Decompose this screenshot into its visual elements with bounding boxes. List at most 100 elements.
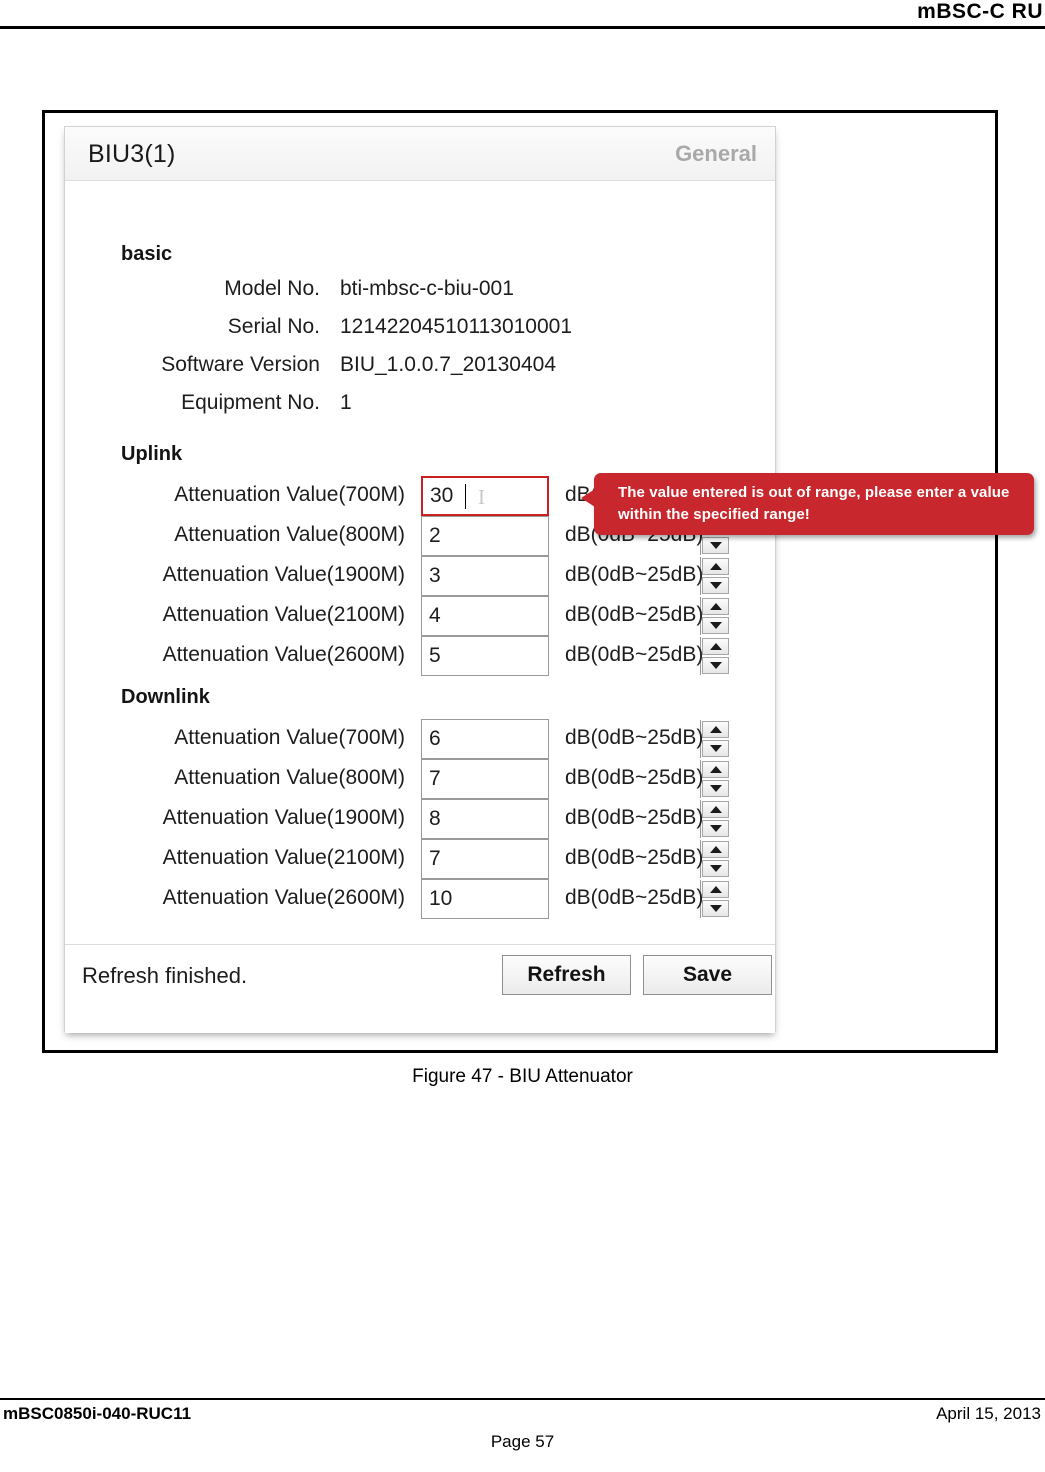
basic-info-row: Model No. bti-mbsc-c-biu-001 <box>65 277 775 310</box>
downlink-attenuation-spinner-buttons <box>700 840 730 878</box>
spinner-up-button[interactable] <box>702 881 729 898</box>
uplink-attenuation-label: Attenuation Value(2100M) <box>162 603 405 626</box>
spinner-down-button[interactable] <box>702 577 729 594</box>
uplink-attenuation-label: Attenuation Value(800M) <box>174 523 405 546</box>
triangle-up-icon <box>709 806 722 813</box>
downlink-attenuation-unit: dB(0dB~25dB) <box>565 846 704 869</box>
uplink-attenuation-spinner[interactable] <box>421 636 729 676</box>
basic-info-label: Serial No. <box>227 315 320 338</box>
downlink-attenuation-label: Attenuation Value(800M) <box>174 766 405 789</box>
triangle-up-icon <box>709 846 722 853</box>
downlink-attenuation-unit: dB(0dB~25dB) <box>565 806 704 829</box>
basic-info-label: Equipment No. <box>181 391 320 414</box>
uplink-attenuation-spinner[interactable] <box>421 516 729 556</box>
spinner-down-button[interactable] <box>702 740 729 757</box>
downlink-attenuation-label: Attenuation Value(1900M) <box>162 806 405 829</box>
footer-document-id: mBSC0850i-040-RUC11 <box>3 1404 192 1423</box>
document-header: mBSC-C RU <box>0 0 1045 30</box>
spinner-up-button[interactable] <box>702 801 729 818</box>
triangle-down-icon <box>709 905 722 912</box>
downlink-attenuation-spinner[interactable] <box>421 719 729 759</box>
section-title-basic: basic <box>121 243 173 265</box>
uplink-attenuation-spinner-buttons <box>700 557 730 595</box>
panel-footer: Refresh finished. Refresh Save <box>65 944 775 1033</box>
document-header-title: mBSC-C RU <box>917 0 1043 23</box>
downlink-attenuation-spinner[interactable] <box>421 839 729 879</box>
spinner-up-button[interactable] <box>702 841 729 858</box>
spinner-up-button[interactable] <box>702 721 729 738</box>
status-message: Refresh finished. <box>82 963 248 988</box>
uplink-attenuation-row: Attenuation Value(2600M) dB(0dB~25dB) <box>65 636 775 676</box>
downlink-attenuation-row: Attenuation Value(800M) dB(0dB~25dB) <box>65 759 775 799</box>
downlink-attenuation-label: Attenuation Value(2100M) <box>162 846 405 869</box>
basic-info-value: 12142204510113010001 <box>340 315 573 338</box>
uplink-attenuation-spinner[interactable] <box>421 556 729 596</box>
uplink-attenuation-spinner-buttons <box>700 637 730 675</box>
spinner-down-button[interactable] <box>702 617 729 634</box>
uplink-attenuation-label: Attenuation Value(700M) <box>174 483 405 506</box>
triangle-down-icon <box>709 662 722 669</box>
uplink-attenuation-row: Attenuation Value(1900M) dB(0dB~25dB) <box>65 556 775 596</box>
downlink-attenuation-row: Attenuation Value(2100M) dB(0dB~25dB) <box>65 839 775 879</box>
tooltip-pointer-icon <box>581 489 595 507</box>
downlink-attenuation-spinner[interactable] <box>421 759 729 799</box>
spinner-up-button[interactable] <box>702 598 729 615</box>
downlink-attenuation-spinner[interactable] <box>421 879 729 919</box>
spinner-down-button[interactable] <box>702 657 729 674</box>
biu-attenuator-panel: BIU3(1) General basic Model No. bti-mbsc-… <box>64 126 1034 1033</box>
header-divider <box>0 26 1045 29</box>
error-tooltip-message: The value entered is out of range, pleas… <box>618 484 1010 523</box>
triangle-up-icon <box>709 726 722 733</box>
error-tooltip: The value entered is out of range, pleas… <box>581 473 1034 535</box>
ibeam-cursor-icon: I <box>478 485 485 509</box>
uplink-attenuation-label: Attenuation Value(1900M) <box>162 563 405 586</box>
triangle-up-icon <box>709 563 722 570</box>
triangle-down-icon <box>709 865 722 872</box>
tab-general[interactable]: General <box>675 141 757 167</box>
triangle-down-icon <box>709 825 722 832</box>
basic-info-value: 1 <box>340 391 352 414</box>
spinner-down-button[interactable] <box>702 780 729 797</box>
triangle-down-icon <box>709 542 722 549</box>
spinner-up-button[interactable] <box>702 761 729 778</box>
uplink-attenuation-spinner[interactable] <box>421 596 729 636</box>
basic-info-row: Equipment No. 1 <box>65 391 775 424</box>
uplink-attenuation-unit: dB(0dB~25dB) <box>565 563 704 586</box>
triangle-up-icon <box>709 886 722 893</box>
downlink-attenuation-row: Attenuation Value(2600M) dB(0dB~25dB) <box>65 879 775 919</box>
save-button[interactable]: Save <box>643 955 772 995</box>
basic-info-value: bti-mbsc-c-biu-001 <box>340 277 514 300</box>
downlink-attenuation-row: Attenuation Value(700M) dB(0dB~25dB) <box>65 719 775 759</box>
triangle-up-icon <box>709 643 722 650</box>
spinner-down-button[interactable] <box>702 900 729 917</box>
spinner-down-button[interactable] <box>702 537 729 554</box>
spinner-down-button[interactable] <box>702 860 729 877</box>
basic-info-row: Serial No. 12142204510113010001 <box>65 315 775 348</box>
spinner-down-button[interactable] <box>702 820 729 837</box>
uplink-attenuation-spinner[interactable]: I <box>421 476 730 516</box>
downlink-attenuation-spinner-buttons <box>700 800 730 838</box>
triangle-down-icon <box>709 745 722 752</box>
panel-body: basic Model No. bti-mbsc-c-biu-001 Serial … <box>65 181 1034 1033</box>
footer-date: April 15, 2013 <box>936 1404 1041 1423</box>
downlink-attenuation-label: Attenuation Value(700M) <box>174 726 405 749</box>
uplink-attenuation-unit: dB(0dB~25dB) <box>565 603 704 626</box>
downlink-attenuation-spinner[interactable] <box>421 799 729 839</box>
downlink-attenuation-spinner-buttons <box>700 880 730 918</box>
spinner-up-button[interactable] <box>702 638 729 655</box>
uplink-attenuation-unit: dB(0dB~25dB) <box>565 643 704 666</box>
refresh-button[interactable]: Refresh <box>502 955 631 995</box>
figure-container: BIU3(1) General basic Model No. bti-mbsc-… <box>42 110 1034 1053</box>
basic-info-label: Software Version <box>161 353 320 376</box>
basic-info-label: Model No. <box>224 277 320 300</box>
footer-page-number: Page 57 <box>490 1432 555 1451</box>
panel-header: BIU3(1) General <box>65 127 775 181</box>
section-title-downlink: Downlink <box>121 686 210 708</box>
downlink-attenuation-spinner-buttons <box>700 720 730 758</box>
spinner-up-button[interactable] <box>702 558 729 575</box>
triangle-down-icon <box>709 785 722 792</box>
uplink-attenuation-label: Attenuation Value(2600M) <box>162 643 405 666</box>
triangle-up-icon <box>709 766 722 773</box>
section-title-uplink: Uplink <box>121 443 183 465</box>
footer-divider <box>0 1398 1045 1400</box>
